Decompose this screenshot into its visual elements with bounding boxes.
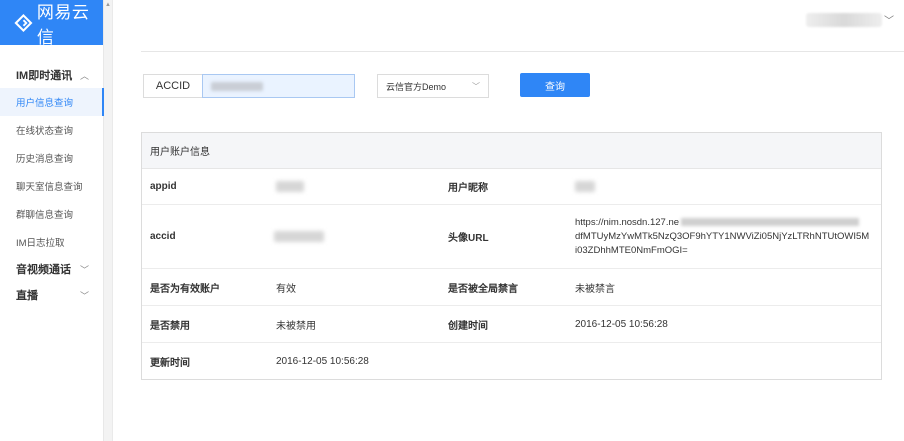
nav-group-label: IM即时通讯 — [16, 70, 73, 82]
panel-title: 用户账户信息 — [142, 133, 881, 169]
field-label: 是否禁用 — [150, 320, 190, 332]
user-account-name[interactable] — [806, 13, 882, 27]
field-value: 有效 — [276, 283, 296, 295]
field-value — [567, 343, 881, 379]
sidebar-item-label: 聊天室信息查询 — [16, 182, 83, 193]
chevron-down-icon: ﹀ — [472, 81, 480, 91]
sidebar: 网易云信 IM即时通讯 ︿ 用户信息查询 在线状态查询 历史消息查询 聊天室信息… — [0, 0, 104, 441]
field-label: 头像URL — [448, 233, 489, 244]
field-label — [440, 343, 567, 379]
sidebar-item-label: 用户信息查询 — [16, 98, 74, 109]
field-label: 用户昵称 — [448, 183, 488, 194]
table-row: 更新时间 2016-12-05 10:56:28 — [142, 343, 881, 379]
chevron-up-icon: ︿ — [79, 70, 89, 81]
field-label: appid — [150, 181, 177, 192]
top-header: ﹀ — [141, 0, 904, 52]
field-value-redacted — [268, 169, 440, 204]
accid-label: ACCID — [143, 74, 202, 98]
field-label: 是否为有效账户 — [150, 283, 220, 295]
search-bar: ACCID 云信官方Demo ﹀ 查询 — [143, 73, 590, 98]
sidebar-scrollbar[interactable]: ▲ — [104, 0, 113, 441]
app-select[interactable]: 云信官方Demo ﹀ — [377, 74, 489, 98]
sidebar-item-label: IM日志拉取 — [16, 238, 65, 249]
avatar-url-rest: dfMTUyMzYwMTk5NzQ3OF9hYTY1NWViZi05NjYzLT… — [575, 230, 870, 256]
nav-group-av-call[interactable]: 音视频通话 ﹀ — [0, 256, 103, 282]
nav-group-label: 音视频通话 — [16, 264, 71, 276]
field-value: 2016-12-05 10:56:28 — [276, 355, 369, 367]
field-label: 更新时间 — [150, 357, 190, 369]
sidebar-item-online-status[interactable]: 在线状态查询 — [0, 116, 103, 144]
field-value-redacted — [567, 169, 881, 204]
field-label: 是否被全局禁言 — [448, 283, 518, 295]
logo-bar[interactable]: 网易云信 — [0, 0, 103, 47]
nav-group-label: 直播 — [16, 290, 38, 302]
field-value: 2016-12-05 10:56:28 — [575, 318, 668, 330]
nav-group-im[interactable]: IM即时通讯 ︿ — [0, 62, 103, 88]
sidebar-item-chatroom-info[interactable]: 聊天室信息查询 — [0, 172, 103, 200]
nav-group-live[interactable]: 直播 ﹀ — [0, 282, 103, 308]
table-row: 是否禁用 未被禁用 创建时间 2016-12-05 10:56:28 — [142, 306, 881, 343]
field-value: 未被禁言 — [575, 283, 615, 295]
avatar-url-redacted — [681, 217, 860, 226]
avatar-url-value: https://nim.nosdn.127.ne dfMTUyMzYwMTk5N… — [567, 205, 881, 268]
sidebar-item-group-chat-info[interactable]: 群聊信息查询 — [0, 200, 103, 228]
scroll-up-arrow-icon[interactable]: ▲ — [105, 2, 111, 8]
chevron-down-icon: ﹀ — [79, 264, 89, 275]
table-row: 是否为有效账户 有效 是否被全局禁言 未被禁言 — [142, 269, 881, 306]
field-label: 创建时间 — [448, 320, 488, 332]
sidebar-item-user-info[interactable]: 用户信息查询 — [0, 88, 104, 116]
sidebar-nav: IM即时通讯 ︿ 用户信息查询 在线状态查询 历史消息查询 聊天室信息查询 群聊… — [0, 45, 104, 308]
field-value: 未被禁用 — [276, 320, 316, 332]
logo-text: 网易云信 — [36, 2, 90, 47]
sidebar-item-label: 历史消息查询 — [16, 154, 74, 165]
accid-input[interactable] — [202, 74, 355, 98]
table-row: appid 用户昵称 — [142, 169, 881, 205]
query-button[interactable]: 查询 — [520, 73, 590, 97]
app-select-value: 云信官方Demo — [386, 81, 447, 92]
sidebar-item-label: 群聊信息查询 — [16, 210, 74, 221]
netease-yunxin-logo-icon — [14, 13, 33, 32]
table-row: accid 头像URL https://nim.nosdn.127.ne dfM… — [142, 205, 881, 269]
chevron-down-icon: ﹀ — [79, 290, 89, 301]
sidebar-item-im-logs[interactable]: IM日志拉取 — [0, 228, 103, 256]
avatar-url-prefix: https://nim.nosdn.127.ne — [575, 216, 680, 228]
sidebar-item-history-messages[interactable]: 历史消息查询 — [0, 144, 103, 172]
field-label: accid — [150, 231, 176, 242]
app-root: 网易云信 IM即时通讯 ︿ 用户信息查询 在线状态查询 历史消息查询 聊天室信息… — [0, 0, 904, 441]
sidebar-item-label: 在线状态查询 — [16, 126, 74, 137]
chevron-down-icon[interactable]: ﹀ — [884, 12, 894, 27]
field-value-redacted — [268, 205, 440, 268]
user-account-panel: 用户账户信息 appid 用户昵称 accid 头像URL https://ni… — [141, 132, 882, 380]
accid-input-value — [211, 81, 263, 91]
